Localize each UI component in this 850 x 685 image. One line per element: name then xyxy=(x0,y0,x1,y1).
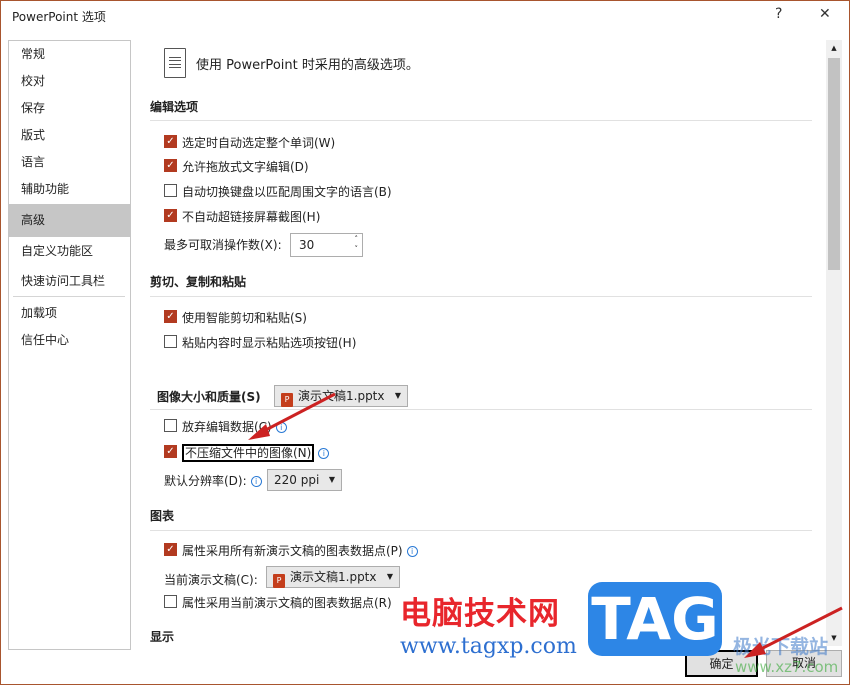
arrow-head-icon xyxy=(744,642,766,658)
annotation-arrows xyxy=(248,392,843,658)
arrow-to-ok-button xyxy=(754,606,843,654)
arrow-to-compress-option xyxy=(257,392,336,436)
arrow-head-icon xyxy=(248,424,270,440)
